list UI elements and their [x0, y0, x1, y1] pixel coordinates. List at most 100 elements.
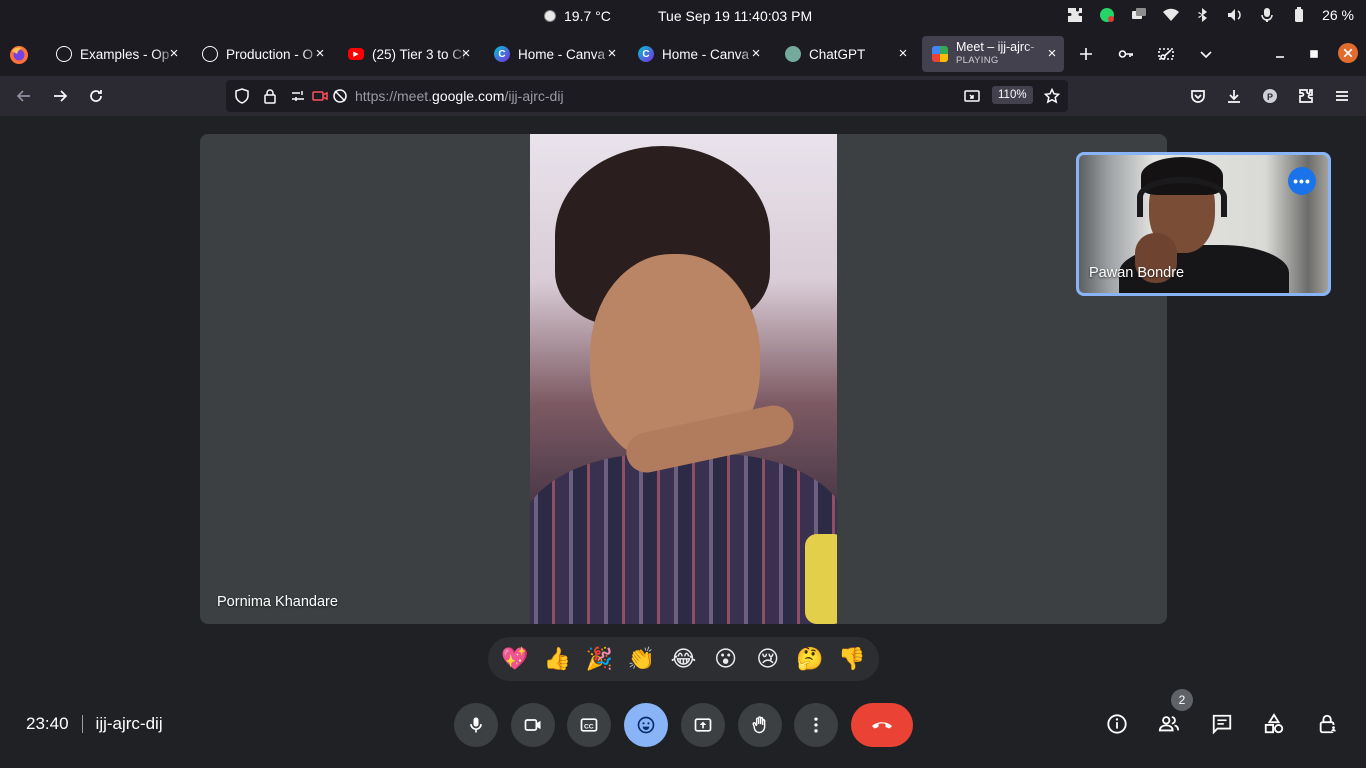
close-icon[interactable]: × [166, 46, 182, 62]
close-icon[interactable]: × [895, 46, 911, 62]
reactions-button[interactable] [624, 703, 668, 747]
maximize-button[interactable] [1304, 44, 1324, 64]
browser-navbar: https://meet.google.com/ijj-ajrc-dij 110… [0, 76, 1366, 116]
wifi-icon[interactable] [1162, 6, 1180, 24]
meeting-details-button[interactable] [1105, 712, 1129, 736]
close-icon[interactable] [1338, 43, 1358, 63]
tab-title: Meet – ijj-ajrc- [956, 40, 1035, 54]
volume-icon[interactable] [1226, 6, 1244, 24]
participant-video [530, 134, 837, 624]
present-screen-icon [694, 718, 712, 732]
new-tab-button[interactable] [1076, 44, 1096, 64]
tab-chatgpt[interactable]: ChatGPT × [775, 36, 915, 72]
activities-button[interactable] [1262, 712, 1286, 736]
close-icon[interactable]: × [1044, 46, 1060, 62]
captions-button[interactable]: CC [567, 703, 611, 747]
puzzle-icon[interactable] [1066, 6, 1084, 24]
list-all-tabs-button[interactable] [1196, 44, 1216, 64]
battery-icon[interactable] [1290, 6, 1308, 24]
reaction-thinking[interactable]: 🤔 [793, 642, 827, 676]
closed-captions-icon: CC [580, 718, 598, 732]
screen-share-icon[interactable] [1130, 6, 1148, 24]
meeting-code: ijj-ajrc-dij [95, 714, 163, 733]
passwords-button[interactable] [1116, 44, 1136, 64]
extensions-button[interactable] [1296, 86, 1316, 106]
reaction-crying[interactable]: 😢 [751, 642, 785, 676]
picture-in-picture-icon[interactable] [964, 88, 980, 104]
tab-title: Examples - Op [80, 46, 170, 62]
autoplay-blocked-icon[interactable] [332, 88, 348, 104]
pocket-button[interactable] [1188, 86, 1208, 106]
plus-icon[interactable] [1076, 44, 1096, 64]
downloads-button[interactable] [1224, 86, 1244, 106]
raise-hand-button[interactable] [738, 703, 782, 747]
permissions-icon[interactable] [290, 88, 306, 104]
tab-canva-2[interactable]: C Home - Canva × [628, 36, 768, 72]
chevron-down-icon[interactable] [1196, 44, 1216, 64]
host-controls-button[interactable] [1316, 712, 1340, 736]
more-options-button[interactable]: ••• [1288, 167, 1316, 195]
tab-production[interactable]: Production - O × [192, 36, 332, 72]
menu-button[interactable] [1332, 86, 1352, 106]
screenshot-button[interactable] [1156, 44, 1176, 64]
chat-button[interactable] [1210, 712, 1234, 736]
browser-tab-bar: Examples - Op × Production - O × ▶ (25) … [0, 32, 1366, 76]
reaction-clapping[interactable]: 👏 [624, 642, 658, 676]
url-text: https://meet.google.com/ijj-ajrc-dij [355, 88, 564, 104]
back-button[interactable] [14, 86, 34, 106]
present-screen-button[interactable] [681, 703, 725, 747]
bluetooth-icon[interactable] [1194, 6, 1212, 24]
close-icon[interactable]: × [458, 46, 474, 62]
tab-title: Home - Canva [662, 46, 750, 62]
reaction-sparkling-heart[interactable]: 💖 [498, 642, 532, 676]
lock-icon[interactable] [262, 88, 278, 104]
tab-examples[interactable]: Examples - Op × [46, 36, 186, 72]
reaction-party-popper[interactable]: 🎉 [582, 642, 616, 676]
system-clock[interactable]: Tue Sep 19 11:40:03 PM [658, 8, 812, 24]
microphone-icon[interactable] [1258, 6, 1276, 24]
close-icon[interactable]: × [312, 46, 328, 62]
reload-button[interactable] [86, 86, 106, 106]
weather-widget[interactable]: 19.7 °C [544, 8, 611, 24]
main-participant-tile[interactable]: Pornima Khandare [200, 134, 1167, 624]
meeting-details: 23:40 ijj-ajrc-dij [26, 714, 163, 734]
bookmark-star-icon[interactable] [1043, 87, 1061, 104]
close-icon[interactable]: × [604, 46, 620, 62]
openai-icon [202, 46, 218, 62]
camera-button[interactable] [511, 703, 555, 747]
tab-title: ChatGPT [809, 46, 866, 62]
reaction-tears-of-joy[interactable]: 😂 [666, 642, 700, 676]
more-options-button[interactable] [794, 703, 838, 747]
tab-youtube[interactable]: ▶ (25) Tier 3 to Cr × [338, 36, 478, 72]
reaction-thumbs-down[interactable]: 👎 [835, 642, 869, 676]
maximize-icon[interactable] [1304, 44, 1324, 64]
self-view-tile[interactable]: Pawan Bondre ••• [1076, 152, 1331, 296]
close-window-button[interactable] [1338, 43, 1358, 63]
tab-canva-1[interactable]: C Home - Canva × [484, 36, 624, 72]
scissors-icon[interactable] [1156, 44, 1176, 64]
firefox-icon[interactable] [8, 44, 30, 66]
minimize-button[interactable] [1270, 44, 1290, 64]
reaction-surprised[interactable]: 😮 [709, 642, 743, 676]
minimize-icon[interactable] [1270, 44, 1290, 64]
camera-active-icon[interactable] [312, 88, 328, 104]
battery-percent: 26 % [1322, 7, 1354, 23]
leave-call-button[interactable] [851, 703, 913, 747]
weather-icon [544, 10, 556, 22]
tab-meet[interactable]: Meet – ijj-ajrc- PLAYING × [922, 36, 1064, 72]
canva-icon: C [638, 46, 654, 62]
shield-icon[interactable] [234, 88, 250, 104]
extensions-icon [1299, 89, 1313, 103]
account-button[interactable]: P [1260, 86, 1280, 106]
reaction-thumbs-up[interactable]: 👍 [540, 642, 574, 676]
people-button[interactable] [1157, 712, 1181, 736]
close-icon[interactable]: × [748, 46, 764, 62]
microphone-icon [470, 717, 482, 733]
whatsapp-icon[interactable] [1098, 6, 1116, 24]
microphone-button[interactable] [454, 703, 498, 747]
tab-title: Home - Canva [518, 46, 606, 62]
forward-button[interactable] [50, 86, 70, 106]
zoom-level[interactable]: 110% [992, 86, 1033, 104]
key-icon[interactable] [1116, 44, 1136, 64]
url-bar[interactable]: https://meet.google.com/ijj-ajrc-dij 110… [226, 80, 1068, 112]
